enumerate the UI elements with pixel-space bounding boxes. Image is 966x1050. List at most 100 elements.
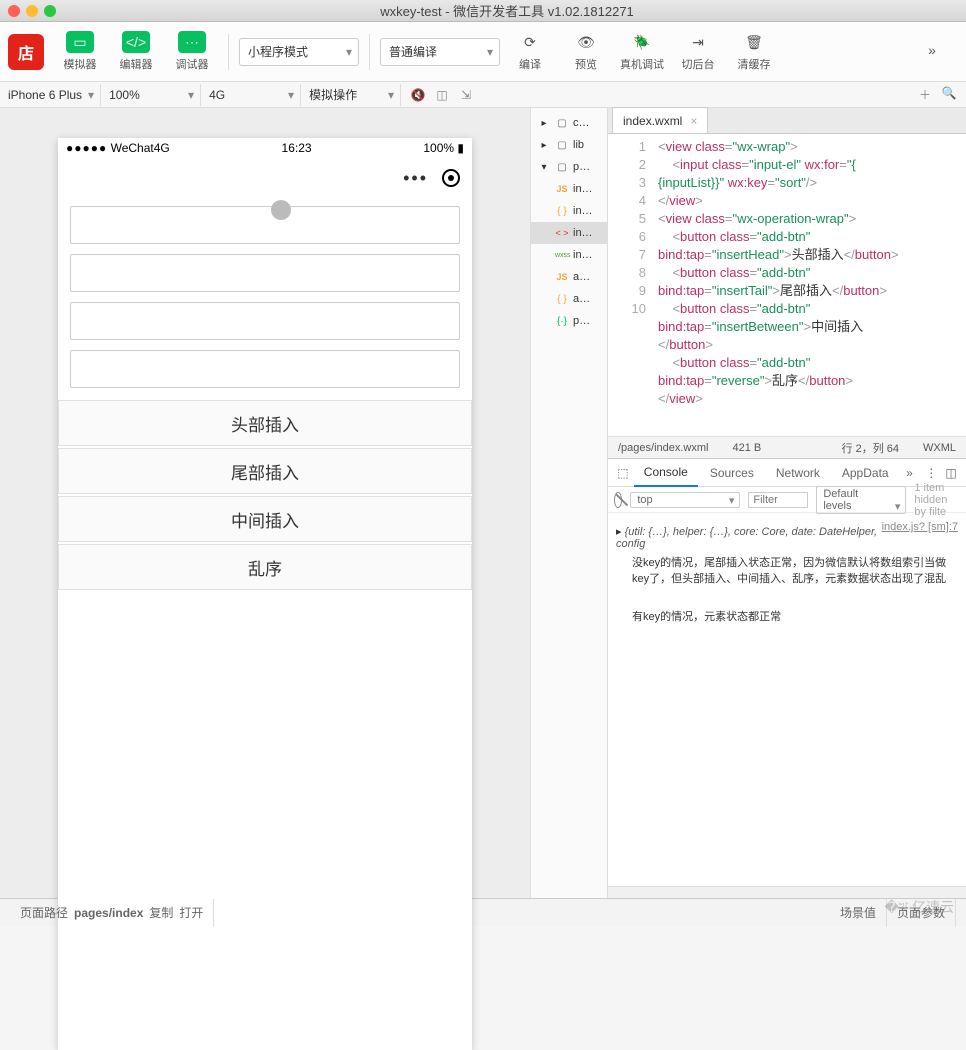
popout-icon[interactable]: ⇲	[457, 88, 475, 102]
battery-icon: ▮	[457, 141, 464, 155]
app-mode-select[interactable]: 小程序模式	[239, 38, 359, 66]
status-path: /pages/index.wxml	[618, 442, 709, 454]
insert-tail-button[interactable]: 尾部插入	[58, 448, 472, 494]
status-lang: WXML	[923, 442, 956, 454]
add-file-icon[interactable]: ＋	[916, 86, 934, 103]
file-tree-item[interactable]: { }in…	[531, 200, 607, 222]
zoom-select[interactable]: 100%	[101, 84, 201, 106]
tab-label: index.wxml	[623, 114, 682, 128]
wxml-icon: < >	[555, 228, 569, 238]
status-size: 421 B	[733, 442, 762, 454]
insert-head-button[interactable]: 头部插入	[58, 400, 472, 446]
mute-icon[interactable]: 🔇	[409, 88, 427, 102]
signal-icon: ●●●●●	[66, 141, 107, 155]
phone-time: 16:23	[282, 141, 312, 155]
editor-tab[interactable]: index.wxml ×	[612, 107, 708, 133]
log-levels-select[interactable]: Default levels	[816, 486, 906, 514]
context-select[interactable]: top	[630, 492, 740, 508]
copy-button[interactable]: 复制	[149, 904, 173, 921]
input-item[interactable]	[70, 302, 460, 340]
editor-statusbar: /pages/index.wxml 421 B 行 2，列 64 WXML	[608, 436, 966, 458]
simulator-toggle-button[interactable]: ▭模拟器	[54, 27, 106, 77]
debugger-toggle-button[interactable]: ⋯调试器	[166, 27, 218, 77]
close-window-icon[interactable]	[8, 5, 20, 17]
file-tree: ▸▢c…▸▢lib▾▢p…JSin…{ }in…< >in…wxssin…JSa…	[530, 108, 608, 898]
input-item[interactable]	[70, 254, 460, 292]
log-source[interactable]: index.js? [sm]:7	[882, 521, 958, 533]
input-list	[58, 198, 472, 396]
code-editor[interactable]: 12345678910 <view class="wx-wrap"> <inpu…	[608, 134, 966, 436]
editor-panel: index.wxml × 12345678910 <view class="wx…	[608, 108, 966, 898]
editor-tabs: index.wxml ×	[608, 108, 966, 134]
operation-buttons: 头部插入 尾部插入 中间插入 乱序	[58, 400, 472, 590]
json-icon: { }	[555, 206, 569, 217]
folder-icon: ▢	[555, 140, 569, 151]
traffic-lights	[8, 5, 56, 17]
tab-appdata[interactable]: AppData	[832, 459, 899, 487]
log-message: 有key的情况，元素状态都正常	[616, 606, 958, 626]
json-icon: { }	[555, 294, 569, 305]
scene-segment[interactable]: 场景值	[830, 899, 887, 927]
layout-icon[interactable]: ◫	[433, 88, 451, 102]
target-icon[interactable]	[442, 169, 460, 187]
search-icon[interactable]: 🔍	[940, 86, 958, 103]
input-item[interactable]	[70, 206, 460, 244]
app-logo-icon: 店	[8, 34, 44, 70]
phone-statusbar: ●●●●● WeChat4G 16:23 100% ▮	[58, 138, 472, 158]
simulator-options-bar: iPhone 6 Plus 100% 4G 模拟操作 🔇 ◫ ⇲ ＋ 🔍	[0, 82, 966, 108]
file-tree-item[interactable]: { }a…	[531, 288, 607, 310]
folder-icon: ▢	[555, 118, 569, 129]
input-item[interactable]	[70, 350, 460, 388]
compile-mode-select[interactable]: 普通编译	[380, 38, 500, 66]
clear-cache-button[interactable]: 🗑清缓存	[728, 27, 780, 77]
overflow-menu-icon[interactable]: »	[906, 27, 958, 77]
log-object[interactable]: {util: {…}, helper: {…}, core: Core, dat…	[616, 526, 877, 550]
more-icon[interactable]: •••	[403, 168, 428, 189]
editor-toggle-button[interactable]: </>编辑器	[110, 27, 162, 77]
close-tab-icon[interactable]: ×	[690, 114, 697, 128]
device-select[interactable]: iPhone 6 Plus	[0, 84, 101, 106]
main-area: ●●●●● WeChat4G 16:23 100% ▮ ••• 头部插入 尾部插…	[0, 108, 966, 898]
file-tree-item[interactable]: JSa…	[531, 266, 607, 288]
folder-icon: ▢	[555, 162, 569, 173]
background-button[interactable]: ⇥切后台	[672, 27, 724, 77]
open-button[interactable]: 打开	[179, 904, 203, 921]
tab-console[interactable]: Console	[634, 459, 698, 487]
devtools-console: ⬚ Console Sources Network AppData » ⋮ ◫ …	[608, 458, 966, 898]
file-tree-item[interactable]: JSin…	[531, 178, 607, 200]
phone-navbar: •••	[58, 158, 472, 198]
clear-console-icon[interactable]	[614, 492, 622, 508]
insert-between-button[interactable]: 中间插入	[58, 496, 472, 542]
file-tree-item[interactable]: ▾▢p…	[531, 156, 607, 178]
compile-button[interactable]: ⟳编译	[504, 27, 556, 77]
maximize-window-icon[interactable]	[44, 5, 56, 17]
window-titlebar: wxkey-test - 微信开发者工具 v1.02.1812271	[0, 0, 966, 22]
js-icon: JS	[555, 184, 569, 194]
status-cursor-pos: 行 2，列 64	[842, 440, 899, 456]
file-tree-item[interactable]: ▸▢c…	[531, 112, 607, 134]
remote-debug-button[interactable]: 🪲真机调试	[616, 27, 668, 77]
inspect-icon[interactable]: ⬚	[614, 459, 632, 487]
simulator-panel: ●●●●● WeChat4G 16:23 100% ▮ ••• 头部插入 尾部插…	[0, 108, 530, 898]
tab-network[interactable]: Network	[766, 459, 830, 487]
window-footer: 页面路径 pages/index 复制 打开 场景值 页面参数	[0, 898, 966, 926]
file-tree-item[interactable]: {·}p…	[531, 310, 607, 332]
js-icon: JS	[555, 272, 569, 282]
console-tabs: ⬚ Console Sources Network AppData » ⋮ ◫	[608, 459, 966, 487]
filter-input[interactable]	[748, 492, 808, 508]
file-tree-item[interactable]: wxssin…	[531, 244, 607, 266]
route-value: pages/index	[74, 906, 143, 920]
console-output[interactable]: index.js? [sm]:7 ▸ {util: {…}, helper: {…	[608, 513, 966, 886]
network-select[interactable]: 4G	[201, 84, 301, 106]
file-tree-item[interactable]: ▸▢lib	[531, 134, 607, 156]
file-tree-item[interactable]: < >in…	[531, 222, 607, 244]
minimize-window-icon[interactable]	[26, 5, 38, 17]
console-filter-bar: top Default levels 1 item hidden by filt…	[608, 487, 966, 513]
tab-sources[interactable]: Sources	[700, 459, 764, 487]
window-title: wxkey-test - 微信开发者工具 v1.02.1812271	[56, 1, 958, 20]
route-segment: 页面路径 pages/index 复制 打开	[10, 899, 214, 927]
sim-action-select[interactable]: 模拟操作	[301, 84, 401, 106]
reverse-button[interactable]: 乱序	[58, 544, 472, 590]
main-toolbar: 店 ▭模拟器 </>编辑器 ⋯调试器 小程序模式 普通编译 ⟳编译 👁预览 🪲真…	[0, 22, 966, 82]
preview-button[interactable]: 👁预览	[560, 27, 612, 77]
